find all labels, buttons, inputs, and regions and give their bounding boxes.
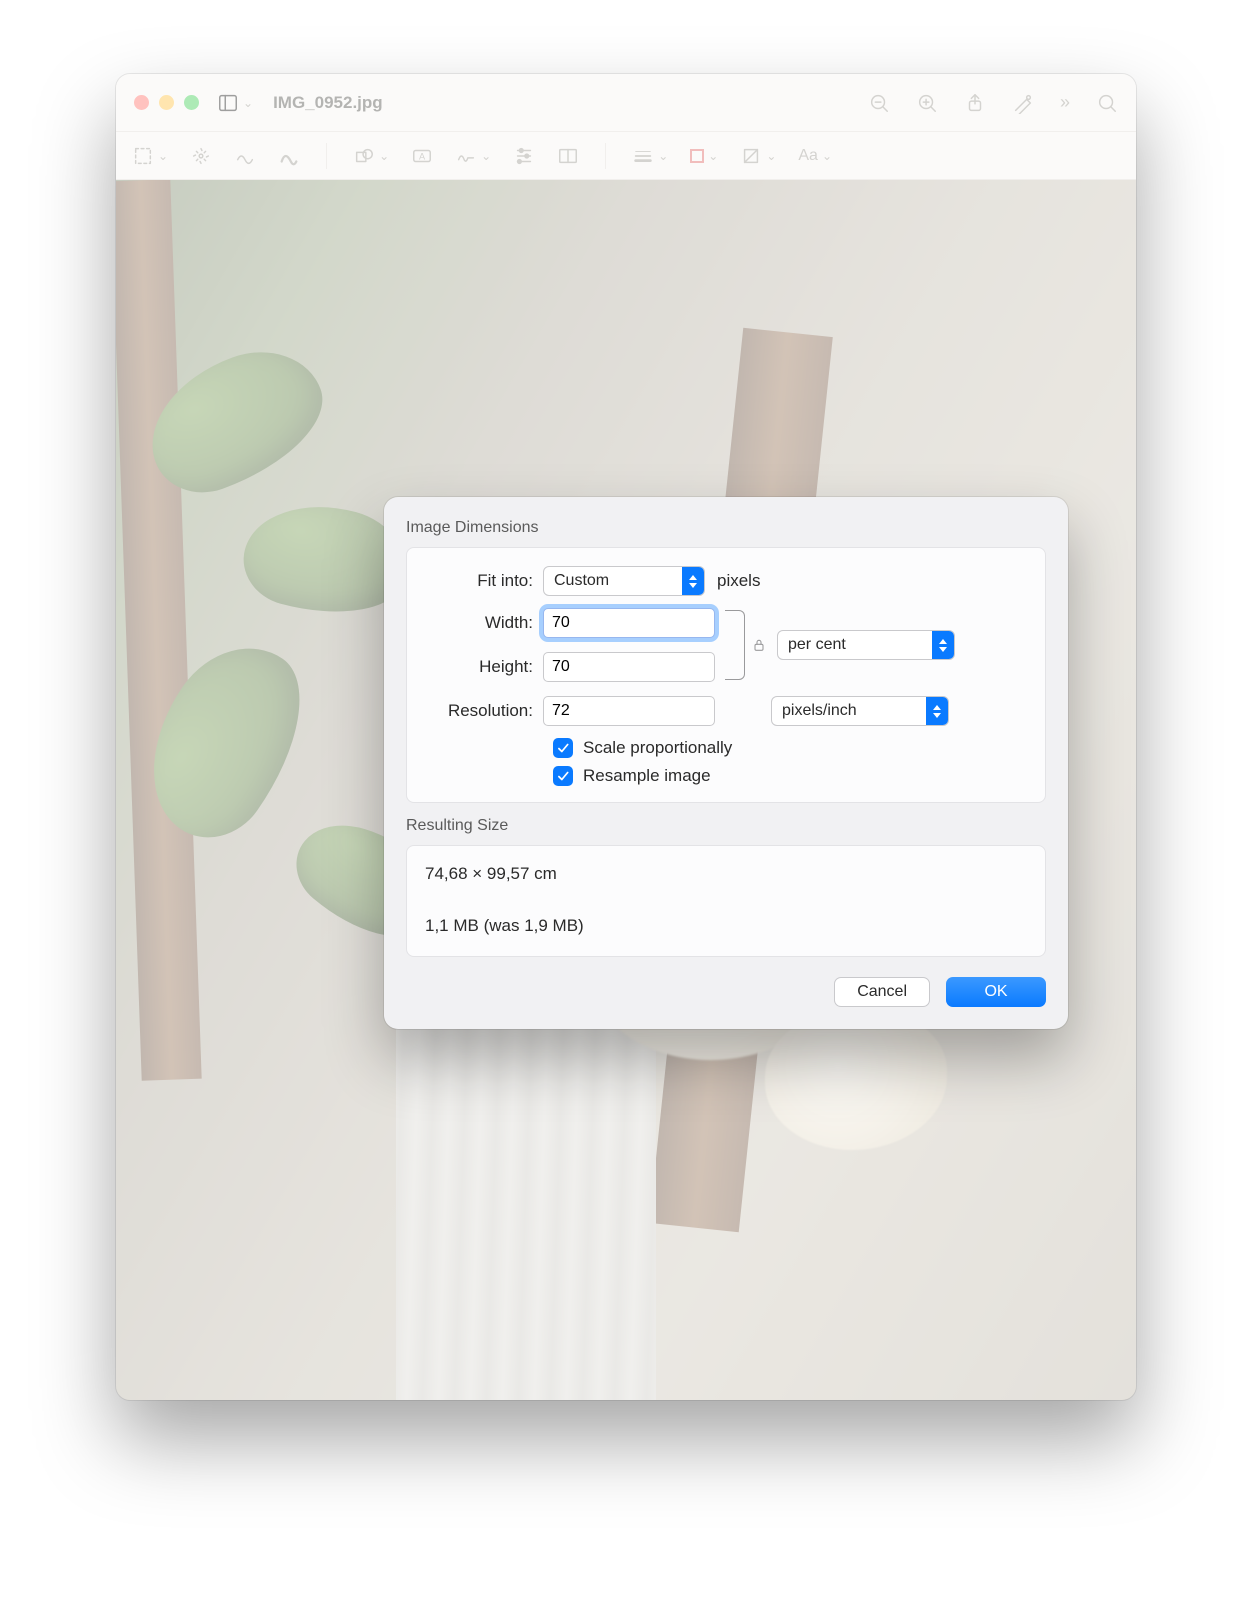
width-label: Width: bbox=[425, 613, 543, 633]
height-input[interactable] bbox=[543, 652, 715, 682]
select-stepper-icon bbox=[682, 567, 704, 595]
resample-image-checkbox[interactable] bbox=[553, 766, 573, 786]
resolution-input[interactable] bbox=[543, 696, 715, 726]
cancel-button[interactable]: Cancel bbox=[834, 977, 930, 1007]
check-icon bbox=[556, 741, 570, 755]
fit-into-value: Custom bbox=[554, 572, 676, 590]
wh-unit-select[interactable]: per cent bbox=[777, 630, 955, 660]
resolution-unit-select[interactable]: pixels/inch bbox=[771, 696, 949, 726]
fit-into-select[interactable]: Custom bbox=[543, 566, 705, 596]
lock-icon[interactable] bbox=[751, 637, 767, 653]
resolution-label: Resolution: bbox=[425, 701, 543, 721]
scale-proportionally-checkbox[interactable] bbox=[553, 738, 573, 758]
select-stepper-icon bbox=[932, 631, 954, 659]
resolution-unit-value: pixels/inch bbox=[782, 702, 920, 720]
dialog-title: Image Dimensions bbox=[406, 519, 1046, 537]
resulting-size-box: 74,68 × 99,57 cm 1,1 MB (was 1,9 MB) bbox=[406, 845, 1046, 957]
resulting-dimensions: 74,68 × 99,57 cm bbox=[425, 862, 1027, 886]
fit-into-unit: pixels bbox=[717, 571, 760, 591]
width-input[interactable] bbox=[543, 608, 715, 638]
check-icon bbox=[556, 769, 570, 783]
ok-button[interactable]: OK bbox=[946, 977, 1046, 1007]
select-stepper-icon bbox=[926, 697, 948, 725]
preview-window: ⌄ IMG_0952.jpg » ⌄ ⌄ A ⌄ ⌄ ⌄ ⌄ Aa⌄ bbox=[116, 74, 1136, 1400]
proportions-bracket bbox=[725, 610, 745, 680]
height-label: Height: bbox=[425, 657, 543, 677]
dimensions-group: Fit into: Custom pixels Width: Height: bbox=[406, 547, 1046, 803]
resulting-size-title: Resulting Size bbox=[406, 817, 1046, 835]
resulting-filesize: 1,1 MB (was 1,9 MB) bbox=[425, 914, 1027, 938]
scale-proportionally-label: Scale proportionally bbox=[583, 738, 732, 758]
fit-into-label: Fit into: bbox=[425, 571, 543, 591]
resample-image-label: Resample image bbox=[583, 766, 711, 786]
image-dimensions-dialog: Image Dimensions Fit into: Custom pixels… bbox=[384, 497, 1068, 1029]
wh-unit-value: per cent bbox=[788, 636, 926, 654]
